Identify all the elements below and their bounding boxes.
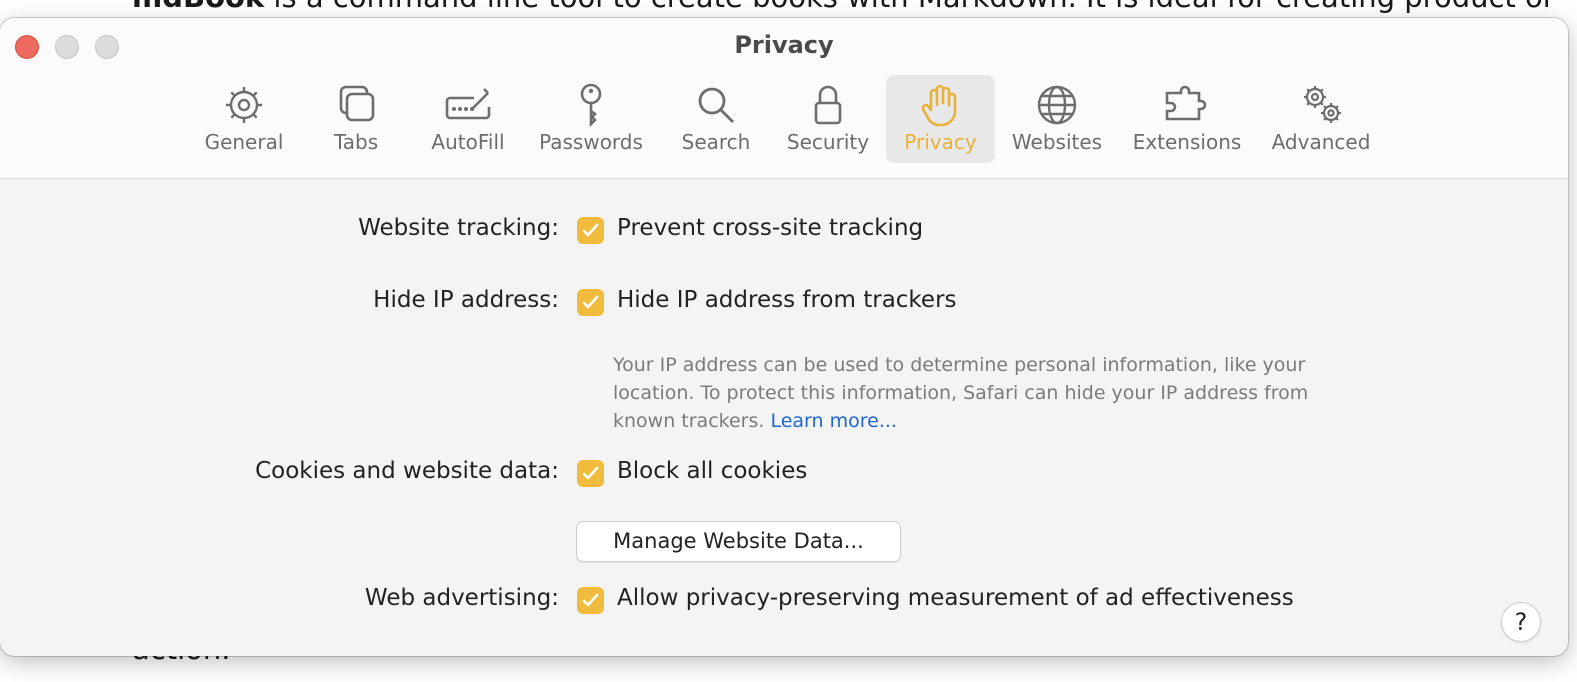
window-title: Privacy xyxy=(734,31,834,59)
web-advertising-label: Web advertising: xyxy=(364,585,559,611)
tab-label: Passwords xyxy=(539,130,643,154)
tab-label: Advanced xyxy=(1271,130,1371,154)
learn-more-link[interactable]: Learn more... xyxy=(770,410,896,432)
tab-tabs[interactable]: Tabs xyxy=(312,75,400,163)
hand-icon xyxy=(921,84,956,127)
tab-websites[interactable]: Websites xyxy=(1006,75,1108,163)
tab-label: Websites xyxy=(1011,130,1103,154)
tab-label: Security xyxy=(786,130,870,154)
tab-search[interactable]: Search xyxy=(672,75,760,163)
tab-label: Privacy xyxy=(904,130,977,154)
tab-label: General xyxy=(204,130,284,154)
block-cookies-label[interactable]: Block all cookies xyxy=(617,458,807,484)
checkmark-icon xyxy=(582,466,599,480)
tab-autofill[interactable]: AutoFill xyxy=(420,75,516,163)
checkmark-icon xyxy=(582,295,599,309)
prevent-tracking-label[interactable]: Prevent cross-site tracking xyxy=(617,215,923,241)
hide-ip-option-label[interactable]: Hide IP address from trackers xyxy=(617,287,957,313)
ad-measurement-label[interactable]: Allow privacy-preserving measurement of … xyxy=(617,585,1294,611)
search-icon xyxy=(698,87,734,123)
tab-label: AutoFill xyxy=(431,130,505,154)
tab-general[interactable]: General xyxy=(196,75,292,163)
tab-label: Tabs xyxy=(333,130,379,154)
hide-ip-checkbox[interactable] xyxy=(577,289,604,316)
checkmark-icon xyxy=(582,223,599,237)
hide-ip-label: Hide IP address: xyxy=(373,287,559,313)
tab-security[interactable]: Security xyxy=(780,75,876,163)
globe-icon xyxy=(1037,85,1077,125)
tab-label: Extensions xyxy=(1132,130,1242,154)
tab-label: Search xyxy=(681,130,751,154)
puzzle-icon xyxy=(1165,85,1207,121)
cookies-label: Cookies and website data: xyxy=(255,458,559,484)
tab-privacy[interactable]: Privacy xyxy=(886,75,995,163)
background-text-top: mdBook is a command line tool to create … xyxy=(132,0,1555,14)
tab-passwords[interactable]: Passwords xyxy=(532,75,650,163)
toolbar: Privacy General Tabs AutoFill Passwords … xyxy=(0,18,1568,179)
privacy-pane: Website tracking: Prevent cross-site tra… xyxy=(0,179,1568,656)
checkmark-icon xyxy=(582,593,599,607)
lock-icon xyxy=(814,85,842,125)
key-icon xyxy=(580,83,602,128)
preferences-window: Privacy General Tabs AutoFill Passwords … xyxy=(0,18,1568,656)
tabs-icon xyxy=(339,85,375,122)
website-tracking-label: Website tracking: xyxy=(358,215,559,241)
description-text: Your IP address can be used to determine… xyxy=(613,354,1309,432)
ad-measurement-checkbox[interactable] xyxy=(577,587,604,614)
gears-icon xyxy=(1304,86,1341,123)
help-button[interactable]: ? xyxy=(1501,602,1541,642)
tab-advanced[interactable]: Advanced xyxy=(1266,75,1376,163)
hide-ip-description: Your IP address can be used to determine… xyxy=(613,351,1333,435)
gear-icon xyxy=(226,87,262,123)
manage-website-data-button[interactable]: Manage Website Data... xyxy=(576,521,901,562)
tab-extensions[interactable]: Extensions xyxy=(1126,75,1248,163)
autofill-icon xyxy=(445,88,491,120)
prevent-tracking-checkbox[interactable] xyxy=(577,217,604,244)
block-cookies-checkbox[interactable] xyxy=(577,460,604,487)
